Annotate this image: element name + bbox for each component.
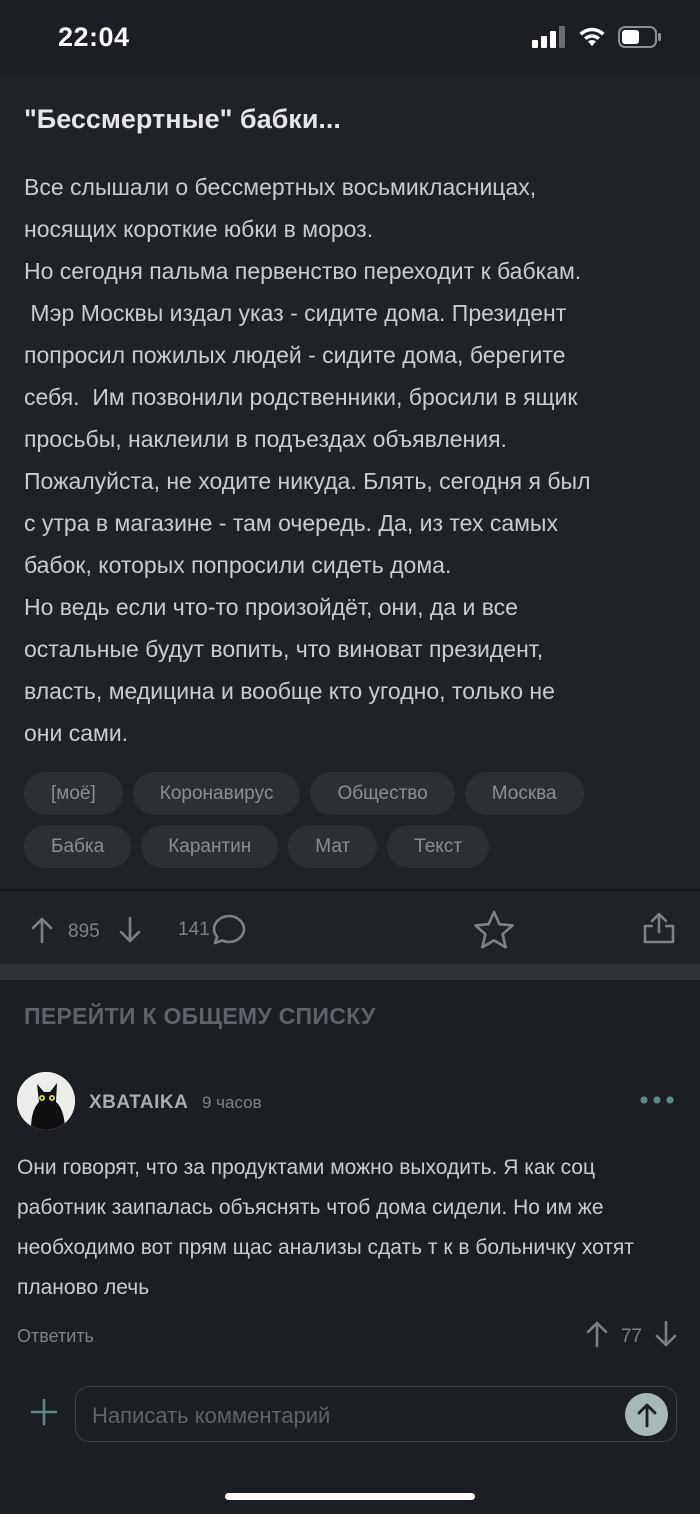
comment-input[interactable]: Написать комментарий: [75, 1386, 677, 1442]
comment-rating: 77: [620, 1325, 642, 1347]
wifi-icon: [579, 27, 605, 46]
comment-username[interactable]: XBATAIKA: [89, 1092, 188, 1114]
comment-votes: 77: [585, 1320, 678, 1353]
send-button[interactable]: [625, 1393, 668, 1436]
post-title[interactable]: "Бессмертные" бабки...: [24, 104, 341, 135]
send-arrow-icon: [637, 1403, 656, 1427]
status-bar: 22:04: [0, 0, 700, 76]
comments-button[interactable]: 141: [178, 913, 247, 947]
arrow-down-icon: [655, 1320, 677, 1347]
tag-quarantine[interactable]: Карантин: [141, 825, 279, 868]
avatar[interactable]: [17, 1072, 75, 1130]
comment-time: 9 часов: [202, 1093, 262, 1112]
plus-icon: [30, 1398, 58, 1426]
tag-mat[interactable]: Мат: [288, 825, 378, 868]
comment-text: Они говорят, что за продуктами можно вых…: [17, 1156, 634, 1299]
comment-bubble-icon: [212, 914, 246, 945]
star-icon: [474, 910, 514, 949]
post-paragraph: Но ведь если что-то произойдёт, они, да …: [24, 594, 555, 746]
more-options-button[interactable]: [638, 1088, 676, 1112]
arrow-up-icon: [31, 917, 53, 944]
post-card: "Бессмертные" бабки... Все слышали о бес…: [0, 76, 700, 964]
status-time: 22:04: [58, 22, 130, 52]
reply-button[interactable]: Ответить: [17, 1326, 94, 1347]
arrow-up-icon: [586, 1321, 608, 1348]
section-separator: [0, 964, 700, 980]
post-paragraph: Но сегодня пальма первенство переходит к…: [24, 258, 591, 578]
tag-moscow[interactable]: Москва: [464, 772, 584, 815]
share-icon: [643, 912, 675, 944]
comment-downvote-button[interactable]: [654, 1320, 678, 1353]
share-button[interactable]: [642, 911, 676, 945]
comment-upvote-button[interactable]: [585, 1320, 609, 1353]
tag-coronavirus[interactable]: Коронавирус: [132, 772, 301, 815]
favorite-button[interactable]: [472, 909, 516, 951]
upvote-button[interactable]: [30, 916, 54, 944]
cat-avatar-icon: [17, 1072, 75, 1130]
home-indicator: [225, 1493, 475, 1500]
goto-list-link[interactable]: ПЕРЕЙТИ К ОБЩЕМУ СПИСКУ: [24, 1003, 376, 1030]
signal-icon: [532, 26, 565, 48]
comment-input-placeholder: Написать комментарий: [92, 1403, 331, 1428]
tag-moyo[interactable]: [моё]: [24, 772, 123, 815]
tag-list: [моё] Коронавирус Общество Москва Бабка …: [24, 772, 684, 878]
more-dots-icon: [640, 1096, 674, 1104]
downvote-button[interactable]: [118, 916, 142, 944]
attach-button[interactable]: [30, 1398, 58, 1426]
tag-text[interactable]: Текст: [387, 825, 490, 868]
status-icons: [532, 26, 662, 48]
post-rating: 895: [68, 921, 100, 942]
comments-count: 141: [178, 919, 210, 940]
tag-babka[interactable]: Бабка: [24, 825, 132, 868]
post-body: Все слышали о бессмертных восьмикласница…: [24, 166, 684, 754]
arrow-down-icon: [119, 916, 141, 943]
post-paragraph: Все слышали о бессмертных восьмикласница…: [24, 174, 537, 242]
battery-icon: [618, 26, 661, 48]
tag-society[interactable]: Общество: [310, 772, 455, 815]
comment-composer: Написать комментарий: [0, 1384, 700, 1444]
post-actions: 895 141: [0, 891, 700, 964]
